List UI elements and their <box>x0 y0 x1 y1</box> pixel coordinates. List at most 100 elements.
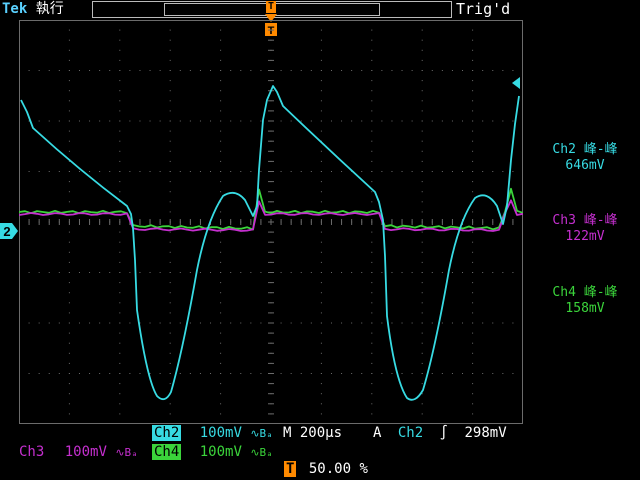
grid-dot <box>431 322 433 324</box>
grid-dot <box>119 150 121 152</box>
grid-dot <box>169 272 171 273</box>
ch3-bandwidth-icon: ∿Bₐ <box>115 446 138 459</box>
grid-dot <box>421 251 423 253</box>
grid-dot <box>210 120 212 122</box>
grid-dot <box>149 322 151 324</box>
grid-dot <box>300 373 302 374</box>
grid-dot <box>381 171 383 172</box>
trigger-position-icon-bottom: T <box>284 461 297 477</box>
grid-dot <box>421 20 423 21</box>
grid-dot <box>320 201 322 203</box>
grid-dot <box>119 171 121 172</box>
grid-dot <box>320 251 322 253</box>
trigger-slope-icon: ∫ <box>439 425 449 441</box>
grid-dot <box>502 171 504 172</box>
grid-dot <box>19 322 20 324</box>
grid-dot <box>68 70 70 71</box>
grid-dot <box>421 100 423 102</box>
ch4-name: Ch4 <box>152 444 182 460</box>
grid-dot <box>330 272 332 273</box>
grid-dot <box>371 373 373 374</box>
grid-dot <box>68 59 70 61</box>
grid-dot <box>280 272 282 273</box>
grid-dot <box>451 171 453 172</box>
grid-dot <box>320 362 322 364</box>
grid-dot <box>78 322 80 324</box>
grid-dot <box>220 332 222 334</box>
trigger-readout[interactable]: A Ch2 ∫ 298mV <box>373 425 507 442</box>
brand-and-run-state: Tek 執行 <box>2 0 64 18</box>
measurement-ch4-label: Ch4 峰-峰 <box>552 285 618 300</box>
grid-dot <box>351 322 353 324</box>
grid-dot <box>169 100 171 102</box>
grid-dot <box>230 373 232 374</box>
grid-dot <box>371 191 373 193</box>
grid-dot <box>169 49 171 51</box>
grid-dot <box>320 80 322 82</box>
measurement-ch2: Ch2 峰-峰 646mV <box>530 142 640 174</box>
grid-dot <box>300 120 302 122</box>
grid-dot <box>472 100 474 102</box>
ch2-settings[interactable]: Ch2 100mV ∿Bₐ <box>152 425 273 442</box>
grid-dot <box>320 90 322 92</box>
grid-dot <box>421 373 423 374</box>
grid-dot <box>139 171 141 172</box>
grid-dot <box>119 130 121 132</box>
trigger-position-readout[interactable]: T 50.00 % <box>284 461 368 478</box>
grid-dot <box>169 342 171 344</box>
ch4-settings[interactable]: Ch4 100mV ∿Bₐ <box>152 444 273 461</box>
ch2-ground-marker-label: 2 <box>3 224 10 239</box>
grid-dot <box>58 322 60 324</box>
ch2-ground-marker[interactable]: 2 <box>0 223 18 239</box>
grid-dot <box>220 423 222 424</box>
grid-dot <box>139 272 141 273</box>
grid-dot <box>472 181 474 183</box>
ch2-name: Ch2 <box>152 425 182 441</box>
grid-dot <box>99 120 101 122</box>
grid-dot <box>371 312 373 314</box>
grid-dot <box>472 312 474 314</box>
grid-dot <box>441 70 443 71</box>
grid-dot <box>179 171 181 172</box>
grid-dot <box>371 201 373 203</box>
grid-dot <box>512 171 514 172</box>
grid-dot <box>280 171 282 172</box>
grid-dot <box>320 241 322 243</box>
grid-dot <box>129 272 131 273</box>
grid-dot <box>220 322 222 324</box>
grid-dot <box>78 171 80 172</box>
grid-dot <box>472 403 474 405</box>
grid-dot <box>441 272 443 273</box>
waveform-graticule[interactable] <box>19 20 523 424</box>
grid-dot <box>169 39 171 41</box>
grid-dot <box>220 120 222 122</box>
grid-dot <box>320 191 322 193</box>
grid-dot <box>199 120 201 122</box>
timebase-readout[interactable]: M 200µs <box>283 425 342 442</box>
grid-dot <box>220 231 222 233</box>
grid-dot <box>119 59 121 61</box>
grid-dot <box>68 393 70 395</box>
grid-dot <box>371 261 373 263</box>
grid-dot <box>68 261 70 263</box>
grid-dot <box>371 413 373 415</box>
grid-dot <box>230 120 232 122</box>
grid-dot <box>320 130 322 132</box>
grid-dot <box>472 362 474 364</box>
grid-dot <box>310 120 312 122</box>
grid-dot <box>169 251 171 253</box>
grid-dot <box>260 120 262 122</box>
grid-dot <box>522 171 523 172</box>
grid-dot <box>472 160 474 162</box>
grid-dot <box>320 383 322 385</box>
trigger-level: 298mV <box>464 425 507 441</box>
grid-dot <box>411 272 413 273</box>
ch3-settings[interactable]: Ch3 100mV ∿Bₐ <box>19 444 138 461</box>
trigger-status: Trig'd <box>456 0 511 18</box>
grid-dot <box>472 130 474 132</box>
grid-dot <box>280 120 282 122</box>
grid-dot <box>250 171 252 172</box>
grid-dot <box>341 322 343 324</box>
grid-dot <box>38 272 40 273</box>
grid-dot <box>320 160 322 162</box>
